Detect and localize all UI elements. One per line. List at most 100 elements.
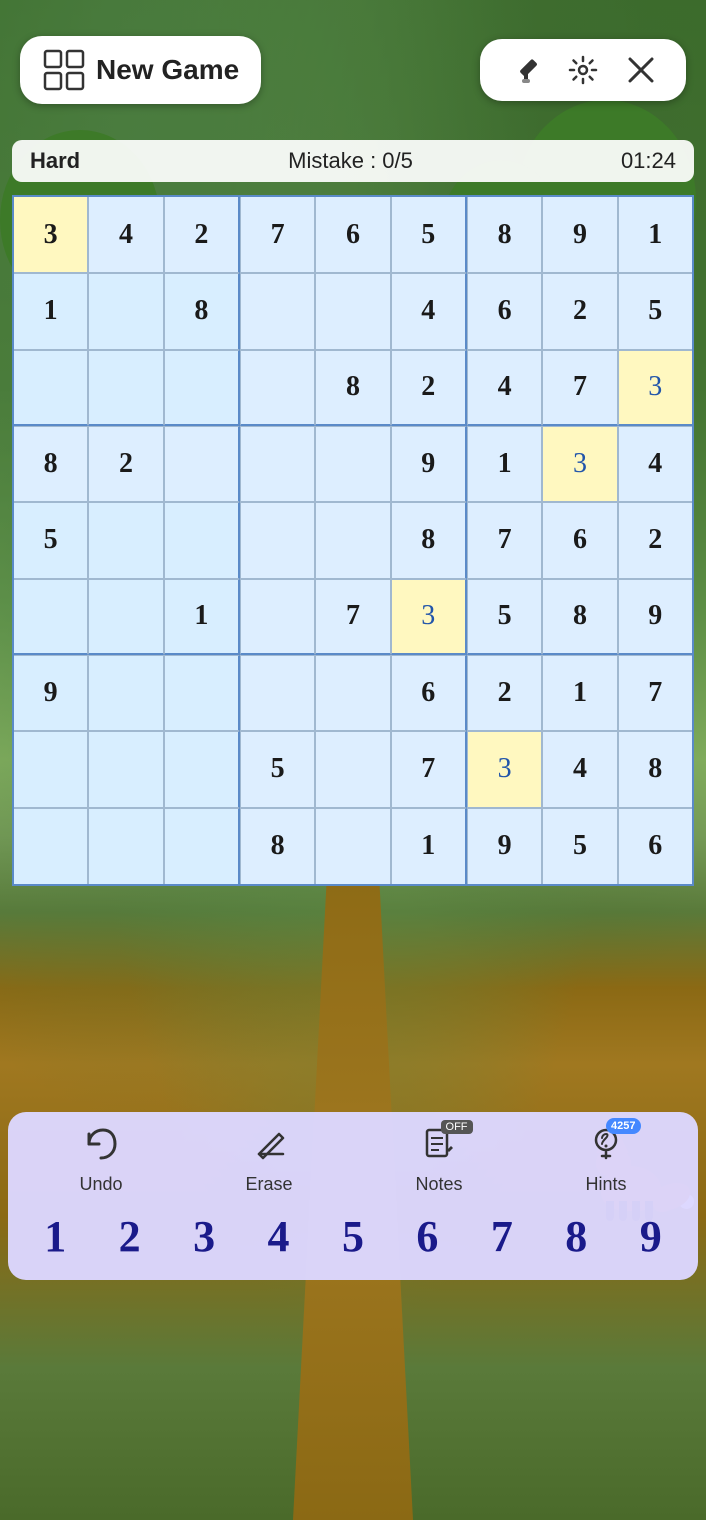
grid-cell-2-1[interactable] <box>88 350 163 426</box>
grid-cell-0-1[interactable]: 4 <box>88 197 163 273</box>
undo-button[interactable]: Undo <box>79 1126 122 1195</box>
grid-cell-2-5[interactable]: 2 <box>391 350 467 426</box>
grid-cell-8-5[interactable]: 1 <box>391 808 467 884</box>
grid-cell-0-7[interactable]: 9 <box>542 197 617 273</box>
grid-cell-8-2[interactable] <box>164 808 240 884</box>
number-button-4[interactable]: 4 <box>260 1207 298 1266</box>
grid-cell-0-4[interactable]: 6 <box>315 197 390 273</box>
grid-cell-1-3[interactable] <box>240 273 315 349</box>
paint-button[interactable] <box>496 49 554 91</box>
grid-cell-3-6[interactable]: 1 <box>467 426 542 502</box>
number-button-8[interactable]: 8 <box>557 1207 595 1266</box>
grid-cell-8-4[interactable] <box>315 808 390 884</box>
grid-cell-1-0[interactable]: 1 <box>14 273 88 349</box>
grid-cell-6-8[interactable]: 7 <box>618 655 692 731</box>
grid-cell-0-3[interactable]: 7 <box>240 197 315 273</box>
grid-cell-4-6[interactable]: 7 <box>467 502 542 578</box>
grid-cell-7-8[interactable]: 8 <box>618 731 692 807</box>
erase-button[interactable]: Erase <box>245 1126 292 1195</box>
close-button[interactable] <box>612 49 670 91</box>
grid-cell-0-0[interactable]: 3 <box>14 197 88 273</box>
grid-cell-5-7[interactable]: 8 <box>542 579 617 655</box>
number-button-7[interactable]: 7 <box>483 1207 521 1266</box>
grid-cell-5-6[interactable]: 5 <box>467 579 542 655</box>
grid-cell-2-7[interactable]: 7 <box>542 350 617 426</box>
grid-cell-2-4[interactable]: 8 <box>315 350 390 426</box>
grid-cell-7-3[interactable]: 5 <box>240 731 315 807</box>
hints-button[interactable]: 4257 Hints <box>585 1126 626 1195</box>
grid-cell-1-4[interactable] <box>315 273 390 349</box>
grid-cell-1-6[interactable]: 6 <box>467 273 542 349</box>
grid-cell-1-8[interactable]: 5 <box>618 273 692 349</box>
grid-cell-8-7[interactable]: 5 <box>542 808 617 884</box>
grid-cell-3-5[interactable]: 9 <box>391 426 467 502</box>
grid-cell-7-0[interactable] <box>14 731 88 807</box>
grid-cell-4-5[interactable]: 8 <box>391 502 467 578</box>
new-game-button[interactable]: New Game <box>20 36 261 104</box>
grid-cell-2-8[interactable]: 3 <box>618 350 692 426</box>
grid-cell-7-1[interactable] <box>88 731 163 807</box>
number-button-2[interactable]: 2 <box>111 1207 149 1266</box>
grid-cell-2-6[interactable]: 4 <box>467 350 542 426</box>
grid-cell-3-0[interactable]: 8 <box>14 426 88 502</box>
grid-cell-8-0[interactable] <box>14 808 88 884</box>
grid-cell-5-0[interactable] <box>14 579 88 655</box>
grid-cell-4-3[interactable] <box>240 502 315 578</box>
number-button-3[interactable]: 3 <box>185 1207 223 1266</box>
number-button-1[interactable]: 1 <box>36 1207 74 1266</box>
grid-cell-0-6[interactable]: 8 <box>467 197 542 273</box>
grid-cell-0-8[interactable]: 1 <box>618 197 692 273</box>
grid-cell-6-6[interactable]: 2 <box>467 655 542 731</box>
grid-cell-7-6[interactable]: 3 <box>467 731 542 807</box>
grid-cell-6-4[interactable] <box>315 655 390 731</box>
grid-cell-7-5[interactable]: 7 <box>391 731 467 807</box>
grid-cell-6-2[interactable] <box>164 655 240 731</box>
notes-label: Notes <box>415 1174 462 1195</box>
grid-cell-4-8[interactable]: 2 <box>618 502 692 578</box>
grid-cell-7-2[interactable] <box>164 731 240 807</box>
grid-cell-5-5[interactable]: 3 <box>391 579 467 655</box>
grid-cell-2-2[interactable] <box>164 350 240 426</box>
grid-cell-5-3[interactable] <box>240 579 315 655</box>
grid-cell-7-7[interactable]: 4 <box>542 731 617 807</box>
grid-cell-1-7[interactable]: 2 <box>542 273 617 349</box>
grid-cell-1-1[interactable] <box>88 273 163 349</box>
settings-button[interactable] <box>554 49 612 91</box>
grid-cell-7-4[interactable] <box>315 731 390 807</box>
grid-cell-5-4[interactable]: 7 <box>315 579 390 655</box>
grid-cell-3-3[interactable] <box>240 426 315 502</box>
number-button-6[interactable]: 6 <box>408 1207 446 1266</box>
grid-cell-3-2[interactable] <box>164 426 240 502</box>
grid-cell-4-4[interactable] <box>315 502 390 578</box>
grid-cell-6-1[interactable] <box>88 655 163 731</box>
grid-cell-8-8[interactable]: 6 <box>618 808 692 884</box>
grid-cell-1-5[interactable]: 4 <box>391 273 467 349</box>
grid-cell-2-3[interactable] <box>240 350 315 426</box>
number-button-9[interactable]: 9 <box>632 1207 670 1266</box>
grid-cell-4-7[interactable]: 6 <box>542 502 617 578</box>
grid-cell-3-7[interactable]: 3 <box>542 426 617 502</box>
grid-cell-8-3[interactable]: 8 <box>240 808 315 884</box>
grid-cell-0-5[interactable]: 5 <box>391 197 467 273</box>
grid-cell-3-8[interactable]: 4 <box>618 426 692 502</box>
grid-cell-8-1[interactable] <box>88 808 163 884</box>
grid-cell-4-0[interactable]: 5 <box>14 502 88 578</box>
grid-cell-8-6[interactable]: 9 <box>467 808 542 884</box>
grid-cell-6-0[interactable]: 9 <box>14 655 88 731</box>
grid-cell-3-1[interactable]: 2 <box>88 426 163 502</box>
settings-icon <box>568 55 598 85</box>
grid-cell-5-1[interactable] <box>88 579 163 655</box>
grid-cell-6-5[interactable]: 6 <box>391 655 467 731</box>
grid-cell-4-1[interactable] <box>88 502 163 578</box>
grid-cell-0-2[interactable]: 2 <box>164 197 240 273</box>
grid-cell-2-0[interactable] <box>14 350 88 426</box>
grid-cell-4-2[interactable] <box>164 502 240 578</box>
grid-cell-5-8[interactable]: 9 <box>618 579 692 655</box>
grid-cell-3-4[interactable] <box>315 426 390 502</box>
grid-cell-5-2[interactable]: 1 <box>164 579 240 655</box>
notes-button[interactable]: OFF Notes <box>415 1126 462 1195</box>
number-button-5[interactable]: 5 <box>334 1207 372 1266</box>
grid-cell-1-2[interactable]: 8 <box>164 273 240 349</box>
grid-cell-6-3[interactable] <box>240 655 315 731</box>
grid-cell-6-7[interactable]: 1 <box>542 655 617 731</box>
